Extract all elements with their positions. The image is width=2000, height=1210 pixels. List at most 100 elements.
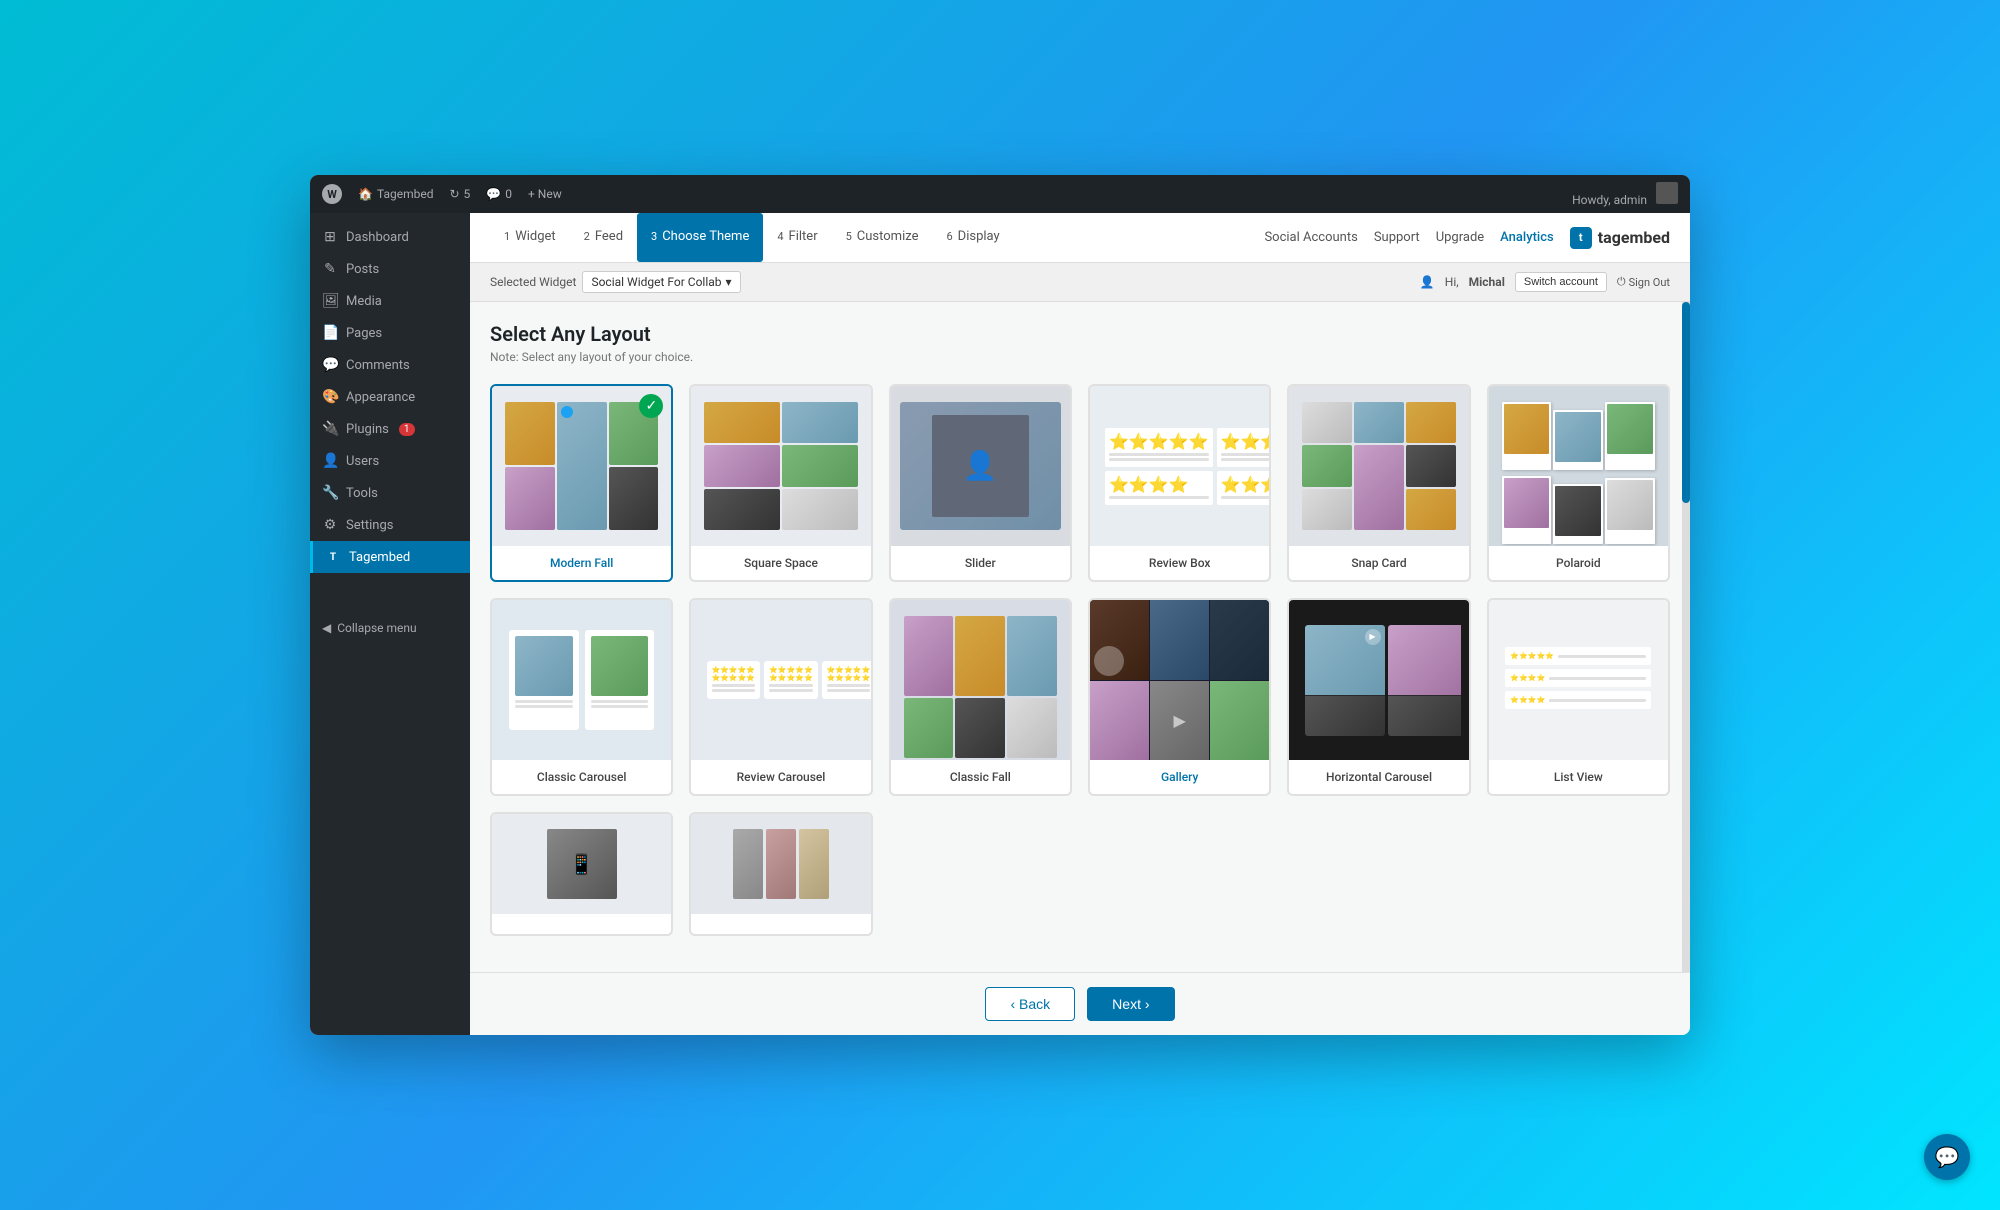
social-accounts-link[interactable]: Social Accounts (1264, 230, 1357, 245)
upgrade-link[interactable]: Upgrade (1436, 230, 1484, 245)
sidebar-item-plugins[interactable]: 🔌 Plugins 1 (310, 413, 470, 445)
sidebar-item-tagembed[interactable]: T Tagembed (310, 541, 470, 573)
signout-icon: ⏻ (1617, 275, 1626, 289)
widget-dropdown[interactable]: Social Widget For Collab ▾ (582, 271, 740, 293)
nav-step-choose-theme[interactable]: 3 Choose Theme (637, 213, 763, 262)
layout-card-classic-fall[interactable]: Classic Fall (889, 598, 1072, 796)
plugin-nav: 1 Widget 2 Feed 3 Choose Theme 4 Filter … (470, 213, 1690, 263)
sidebar-item-comments[interactable]: 💬 Comments (310, 349, 470, 381)
dropdown-chevron-icon: ▾ (726, 275, 732, 289)
horizontal-carousel-label: Horizontal Carousel (1289, 760, 1468, 794)
next-button[interactable]: Next › (1087, 987, 1174, 1021)
appearance-icon: 🎨 (322, 389, 338, 405)
review-carousel-label: Review Carousel (691, 760, 870, 794)
classic-fall-preview (891, 600, 1070, 760)
site-name-btn[interactable]: 🏠 Tagembed (358, 187, 433, 201)
step2-num: 2 (584, 230, 590, 243)
analytics-link[interactable]: Analytics (1500, 230, 1554, 245)
review-carousel-preview: ⭐⭐⭐⭐⭐ ⭐⭐⭐⭐⭐ ⭐⭐⭐⭐⭐ ⭐⭐⭐⭐⭐ (691, 600, 870, 760)
step1-num: 1 (504, 230, 510, 243)
nav-step-feed[interactable]: 2 Feed (570, 213, 637, 262)
comments-icon: 💬 (486, 187, 501, 201)
collapse-icon: ◀ (322, 621, 331, 635)
review-box-preview: ⭐⭐⭐⭐⭐ ⭐⭐⭐⭐⭐ ⭐⭐⭐⭐⭐ (1090, 386, 1269, 546)
layout14-preview (691, 814, 870, 914)
back-button[interactable]: ‹ Back (985, 987, 1075, 1021)
list-view-label: List View (1489, 760, 1668, 794)
slider-preview: 👤 (891, 386, 1070, 546)
nav-step-customize[interactable]: 5 Customize (832, 213, 933, 262)
layout-card-14[interactable] (689, 812, 872, 936)
sidebar-item-dashboard[interactable]: ⊞ Dashboard (310, 221, 470, 253)
layout-card-classic-carousel[interactable]: Classic Carousel (490, 598, 673, 796)
nav-step-widget[interactable]: 1 Widget (490, 213, 570, 262)
comments-btn[interactable]: 💬 0 (486, 187, 512, 201)
classic-carousel-preview (492, 600, 671, 760)
tagembed-logo: t tagembed (1570, 227, 1670, 249)
page-content-area: Select Any Layout Note: Select any layou… (470, 302, 1690, 972)
layout13-preview: 📱 (492, 814, 671, 914)
step1-label: Widget (515, 229, 555, 244)
tagembed-logo-icon: t (1570, 227, 1592, 249)
horizontal-carousel-preview: ▶ (1289, 600, 1468, 760)
user-avatar-icon (1656, 182, 1678, 204)
support-link[interactable]: Support (1374, 230, 1420, 245)
collapse-menu-btn[interactable]: ◀ Collapse menu (310, 613, 470, 643)
layout-card-square-space[interactable]: Square Space (689, 384, 872, 582)
user-greeting: Howdy, admin (1572, 182, 1678, 207)
gallery-label: Gallery (1090, 760, 1269, 794)
step3-num: 3 (651, 230, 657, 243)
layout-card-13[interactable]: 📱 (490, 812, 673, 936)
layout-card-slider[interactable]: 👤 Slider (889, 384, 1072, 582)
layout-card-review-box[interactable]: ⭐⭐⭐⭐⭐ ⭐⭐⭐⭐⭐ ⭐⭐⭐⭐⭐ (1088, 384, 1271, 582)
layout13-label (492, 914, 671, 934)
step6-num: 6 (946, 230, 952, 243)
step4-label: Filter (789, 229, 818, 244)
layout-card-polaroid[interactable]: Polaroid (1487, 384, 1670, 582)
step6-label: Display (958, 229, 1000, 244)
layout-card-horizontal-carousel[interactable]: ▶ Horizontal Carousel (1287, 598, 1470, 796)
layout14-label (691, 914, 870, 934)
layout-card-review-carousel[interactable]: ⭐⭐⭐⭐⭐ ⭐⭐⭐⭐⭐ ⭐⭐⭐⭐⭐ ⭐⭐⭐⭐⭐ (689, 598, 872, 796)
wp-logo-btn[interactable]: W (322, 184, 342, 204)
list-view-preview: ⭐⭐⭐⭐⭐ ⭐⭐⭐⭐ ⭐⭐⭐⭐ (1489, 600, 1668, 760)
plugins-badge: 1 (399, 423, 415, 436)
hi-label: Hi, (1445, 275, 1459, 289)
nav-step-filter[interactable]: 4 Filter (763, 213, 831, 262)
classic-carousel-label: Classic Carousel (492, 760, 671, 794)
updates-btn[interactable]: ↻ 5 (449, 187, 470, 201)
layout-card-list-view[interactable]: ⭐⭐⭐⭐⭐ ⭐⭐⭐⭐ ⭐⭐⭐⭐ (1487, 598, 1670, 796)
layout-card-modern-fall[interactable]: ✓ Modern Fall (490, 384, 673, 582)
gallery-preview: ▶ (1090, 600, 1269, 760)
pages-icon: 📄 (322, 325, 338, 341)
polaroid-label: Polaroid (1489, 546, 1668, 580)
dashboard-icon: ⊞ (322, 229, 338, 245)
nav-step-display[interactable]: 6 Display (932, 213, 1013, 262)
sub-header-right: 👤 Hi, Michal Switch account ⏻ Sign Out (1420, 272, 1670, 292)
sidebar-item-posts[interactable]: ✎ Posts (310, 253, 470, 285)
widget-dropdown-value: Social Widget For Collab (591, 275, 721, 289)
page-title: Select Any Layout (490, 322, 1670, 346)
classic-fall-label: Classic Fall (891, 760, 1070, 794)
sidebar-item-tools[interactable]: 🔧 Tools (310, 477, 470, 509)
chat-button[interactable]: 💬 (1924, 1134, 1970, 1180)
layout-card-gallery[interactable]: ▶ Gallery (1088, 598, 1271, 796)
sidebar-item-users[interactable]: 👤 Users (310, 445, 470, 477)
switch-account-button[interactable]: Switch account (1515, 272, 1607, 292)
sub-header: Selected Widget Social Widget For Collab… (470, 263, 1690, 302)
snap-card-preview (1289, 386, 1468, 546)
users-icon: 👤 (322, 453, 338, 469)
sidebar: ⊞ Dashboard ✎ Posts 🖼 Media 📄 Pages 💬 Co… (310, 213, 470, 1035)
sidebar-item-settings[interactable]: ⚙ Settings (310, 509, 470, 541)
chat-icon: 💬 (1935, 1145, 1960, 1169)
nav-right-links: Social Accounts Support Upgrade Analytic… (1264, 227, 1670, 249)
sidebar-item-appearance[interactable]: 🎨 Appearance (310, 381, 470, 413)
sign-out-button[interactable]: ⏻ Sign Out (1617, 275, 1670, 289)
sidebar-item-media[interactable]: 🖼 Media (310, 285, 470, 317)
layout-card-snap-card[interactable]: Snap Card (1287, 384, 1470, 582)
scroll-indicator[interactable] (1682, 302, 1690, 972)
selected-widget-container: Selected Widget Social Widget For Collab… (490, 271, 741, 293)
new-content-btn[interactable]: + New (528, 187, 562, 201)
sidebar-item-pages[interactable]: 📄 Pages (310, 317, 470, 349)
step3-label: Choose Theme (662, 229, 749, 244)
